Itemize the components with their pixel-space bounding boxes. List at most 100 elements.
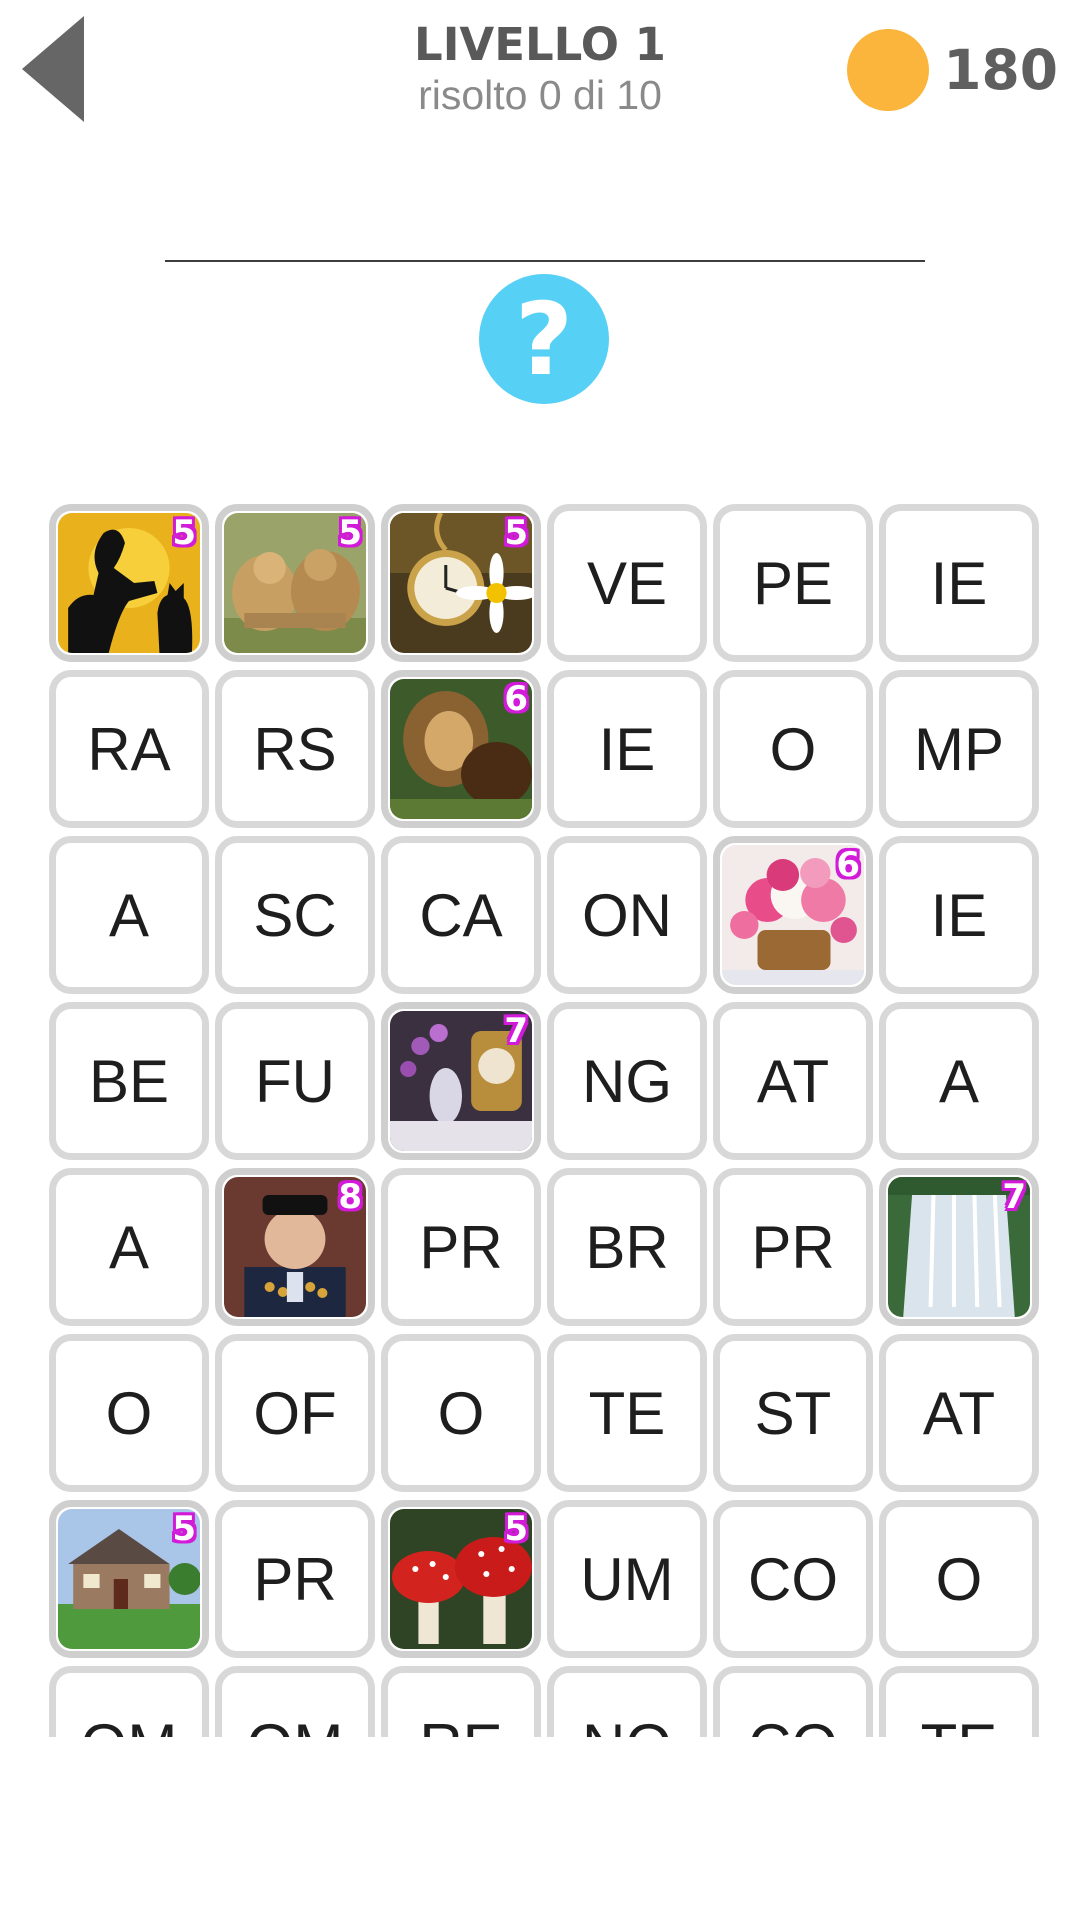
syllable-tile[interactable]: O <box>381 1334 541 1492</box>
syllable-label: O <box>769 715 817 783</box>
syllable-label: PE <box>752 549 834 617</box>
syllable-tile[interactable]: O <box>879 1500 1039 1658</box>
syllable-tile[interactable]: IE <box>547 670 707 828</box>
syllable-tile[interactable]: FU <box>215 1002 375 1160</box>
syllable-tile[interactable]: MP <box>879 670 1039 828</box>
letter-count-badge: 5 <box>504 513 528 553</box>
syllable-tile[interactable]: PR <box>713 1168 873 1326</box>
syllable-label: BR <box>585 1213 669 1281</box>
syllable-label: RS <box>253 715 337 783</box>
syllable-tile[interactable]: AT <box>879 1334 1039 1492</box>
picture-tile[interactable]: 5 <box>381 504 541 662</box>
coin-count: 180 <box>943 38 1058 102</box>
syllable-tile[interactable]: IE <box>879 504 1039 662</box>
syllable-label: BE <box>88 1047 170 1115</box>
syllable-label: PR <box>751 1213 835 1281</box>
syllable-tile[interactable]: NG <box>547 1002 707 1160</box>
picture-tile[interactable]: 6 <box>713 836 873 994</box>
syllable-tile[interactable]: ON <box>547 836 707 994</box>
syllable-label: CA <box>419 881 503 949</box>
syllable-tile[interactable]: CO <box>713 1666 873 1737</box>
picture-tile[interactable]: 7 <box>879 1168 1039 1326</box>
syllable-tile[interactable]: OM <box>215 1666 375 1737</box>
picture-tile[interactable]: 5 <box>215 504 375 662</box>
letter-count-badge: 5 <box>338 513 362 553</box>
syllable-tile[interactable]: VE <box>547 504 707 662</box>
picture-tile[interactable]: 6 <box>381 670 541 828</box>
syllable-label: OF <box>253 1379 337 1447</box>
syllable-tile[interactable]: SC <box>215 836 375 994</box>
syllable-label: IE <box>930 549 988 617</box>
syllable-label: RE <box>419 1711 502 1738</box>
syllable-label: AT <box>922 1379 996 1447</box>
tile-grid: 5 5 5 VE PE IE RA RS 6 IE O MP A SC CA ON 6 IE BE FU 7 NG AT A A… <box>49 504 1043 1737</box>
syllable-tile[interactable]: O <box>713 670 873 828</box>
syllable-label: UM <box>580 1545 674 1613</box>
hint-button[interactable]: ? <box>479 274 609 404</box>
syllable-label: OM <box>247 1711 344 1738</box>
letter-count-badge: 7 <box>504 1011 528 1051</box>
syllable-label: A <box>108 881 150 949</box>
picture-tile[interactable]: 5 <box>49 504 209 662</box>
syllable-tile[interactable]: CA <box>381 836 541 994</box>
question-mark-icon: ? <box>514 280 573 398</box>
syllable-tile[interactable]: UM <box>547 1500 707 1658</box>
answer-slot-line <box>165 260 925 262</box>
syllable-label: ON <box>582 881 672 949</box>
syllable-label: CO <box>748 1711 838 1738</box>
letter-count-badge: 6 <box>504 679 528 719</box>
syllable-tile[interactable]: OM <box>49 1666 209 1737</box>
syllable-label: ST <box>754 1379 832 1447</box>
syllable-label: FU <box>255 1047 335 1115</box>
syllable-tile[interactable]: IE <box>879 836 1039 994</box>
picture-tile[interactable]: 8 <box>215 1168 375 1326</box>
syllable-label: PR <box>253 1545 337 1613</box>
syllable-label: SC <box>253 881 337 949</box>
syllable-tile[interactable]: A <box>49 1168 209 1326</box>
letter-count-badge: 8 <box>338 1177 362 1217</box>
syllable-label: TE <box>588 1379 666 1447</box>
coin-counter[interactable]: 180 <box>847 28 1058 112</box>
syllable-label: MP <box>914 715 1004 783</box>
letter-count-badge: 6 <box>836 845 860 885</box>
syllable-tile[interactable]: AT <box>713 1002 873 1160</box>
syllable-tile[interactable]: TE <box>547 1334 707 1492</box>
syllable-label: VE <box>586 549 668 617</box>
syllable-tile[interactable]: PR <box>215 1500 375 1658</box>
syllable-tile[interactable]: RS <box>215 670 375 828</box>
letter-count-badge: 5 <box>504 1509 528 1549</box>
syllable-tile[interactable]: A <box>879 1002 1039 1160</box>
syllable-tile[interactable]: NO <box>547 1666 707 1737</box>
syllable-label: AT <box>756 1047 830 1115</box>
picture-tile[interactable]: 5 <box>49 1500 209 1658</box>
letter-count-badge: 7 <box>1002 1177 1026 1217</box>
picture-tile[interactable]: 7 <box>381 1002 541 1160</box>
syllable-label: PR <box>419 1213 503 1281</box>
syllable-tile[interactable]: PR <box>381 1168 541 1326</box>
syllable-label: NG <box>582 1047 672 1115</box>
syllable-label: TE <box>921 1711 998 1738</box>
picture-tile[interactable]: 5 <box>381 1500 541 1658</box>
syllable-tile[interactable]: A <box>49 836 209 994</box>
syllable-label: CO <box>748 1545 838 1613</box>
syllable-label: OM <box>81 1711 178 1738</box>
syllable-label: IE <box>598 715 656 783</box>
syllable-tile[interactable]: TE <box>879 1666 1039 1737</box>
syllable-tile[interactable]: OF <box>215 1334 375 1492</box>
syllable-label: RA <box>87 715 171 783</box>
syllable-tile[interactable]: RE <box>381 1666 541 1737</box>
syllable-tile[interactable]: PE <box>713 504 873 662</box>
syllable-label: O <box>437 1379 485 1447</box>
syllable-tile[interactable]: BE <box>49 1002 209 1160</box>
letter-count-badge: 5 <box>172 513 196 553</box>
syllable-label: O <box>105 1379 153 1447</box>
syllable-tile[interactable]: ST <box>713 1334 873 1492</box>
syllable-tile[interactable]: RA <box>49 670 209 828</box>
syllable-tile[interactable]: O <box>49 1334 209 1492</box>
syllable-tile[interactable]: CO <box>713 1500 873 1658</box>
syllable-tile[interactable]: BR <box>547 1168 707 1326</box>
syllable-label: A <box>108 1213 150 1281</box>
syllable-label: NO <box>582 1711 672 1738</box>
letter-count-badge: 5 <box>172 1509 196 1549</box>
syllable-label: A <box>938 1047 980 1115</box>
